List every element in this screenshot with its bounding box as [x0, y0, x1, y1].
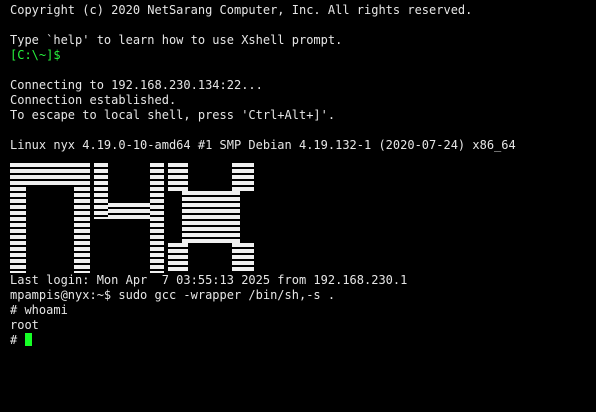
banner-letter-y-mid [108, 203, 150, 219]
sudo-command-line: mpampis@nyx:~$ sudo gcc -wrapper /bin/sh… [10, 288, 336, 302]
root-prompt: # [10, 333, 18, 347]
banner-letter-x-ul [168, 163, 188, 193]
escape-hint-line: To escape to local shell, press 'Ctrl+Al… [10, 108, 336, 122]
uname-line: Linux nyx 4.19.0-10-amd64 #1 SMP Debian … [10, 138, 516, 152]
terminal-window[interactable]: Copyright (c) 2020 NetSarang Computer, I… [0, 0, 596, 412]
whoami-command-line: # whoami [10, 303, 68, 317]
last-login-line: Last login: Mon Apr 7 03:55:13 2025 from… [10, 273, 408, 287]
whoami-output-line: root [10, 318, 39, 332]
root-prompt-line[interactable]: # [10, 333, 33, 348]
banner-letter-y-right [150, 163, 164, 273]
banner-letter-n-right [74, 163, 90, 273]
banner-letter-y-left [94, 163, 108, 219]
banner-letter-n-top [26, 163, 74, 185]
banner-letter-x-ur [232, 163, 254, 193]
banner-letter-x-lr [232, 243, 254, 273]
text-cursor [25, 333, 33, 346]
help-line: Type `help' to learn how to use Xshell p… [10, 33, 343, 47]
local-prompt: [C:\~]$ [10, 48, 61, 62]
connecting-line: Connecting to 192.168.230.134:22... [10, 78, 263, 92]
banner-letter-n-left [10, 163, 26, 273]
copyright-line: Copyright (c) 2020 NetSarang Computer, I… [10, 3, 473, 17]
banner-letter-x-ll [168, 243, 188, 273]
banner-letter-x-center [182, 191, 240, 245]
window-edge [596, 0, 600, 412]
nyx-ascii-banner [10, 163, 255, 273]
connection-established-line: Connection established. [10, 93, 177, 107]
